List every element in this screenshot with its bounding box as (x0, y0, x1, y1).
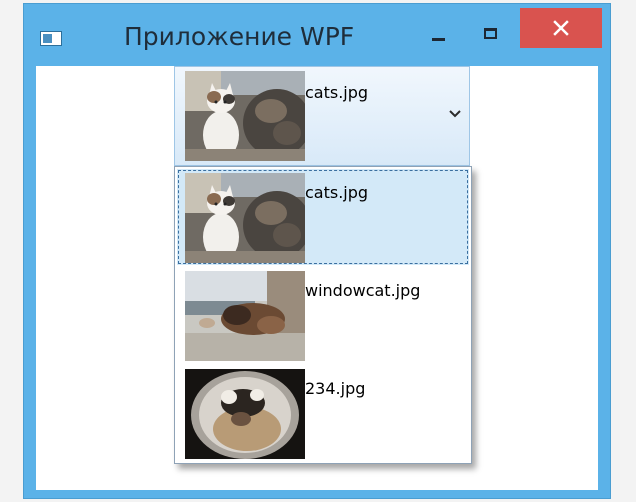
client-area: cats.jpg cats.jpg windowcat.jpg 234.jpg (36, 66, 598, 490)
main-window: Приложение WPF cats.jpg cats.jpg windowc… (24, 4, 610, 498)
list-item-windowcat[interactable]: windowcat.jpg (177, 267, 469, 363)
close-button[interactable] (520, 8, 602, 48)
list-item-label: 234.jpg (305, 379, 366, 398)
image-combobox[interactable]: cats.jpg (174, 66, 470, 166)
cats-photo (185, 71, 305, 161)
combobox-dropdown-list: cats.jpg windowcat.jpg 234.jpg (174, 166, 472, 464)
close-icon (520, 8, 602, 48)
list-item-234[interactable]: 234.jpg (177, 365, 469, 461)
window-title: Приложение WPF (124, 22, 355, 51)
cats-photo (185, 173, 305, 263)
list-item-cats[interactable]: cats.jpg (177, 169, 469, 265)
list-item-label: cats.jpg (305, 183, 369, 202)
selected-item-label: cats.jpg (305, 83, 369, 102)
bowl-cat-photo (185, 369, 305, 459)
maximize-button[interactable] (474, 22, 508, 52)
list-item-label: windowcat.jpg (305, 281, 421, 300)
app-window-icon[interactable] (40, 31, 62, 46)
title-bar[interactable]: Приложение WPF (24, 4, 610, 66)
minimize-button[interactable] (422, 22, 456, 52)
windowcat-photo (185, 271, 305, 361)
chevron-down-icon[interactable] (448, 109, 462, 119)
